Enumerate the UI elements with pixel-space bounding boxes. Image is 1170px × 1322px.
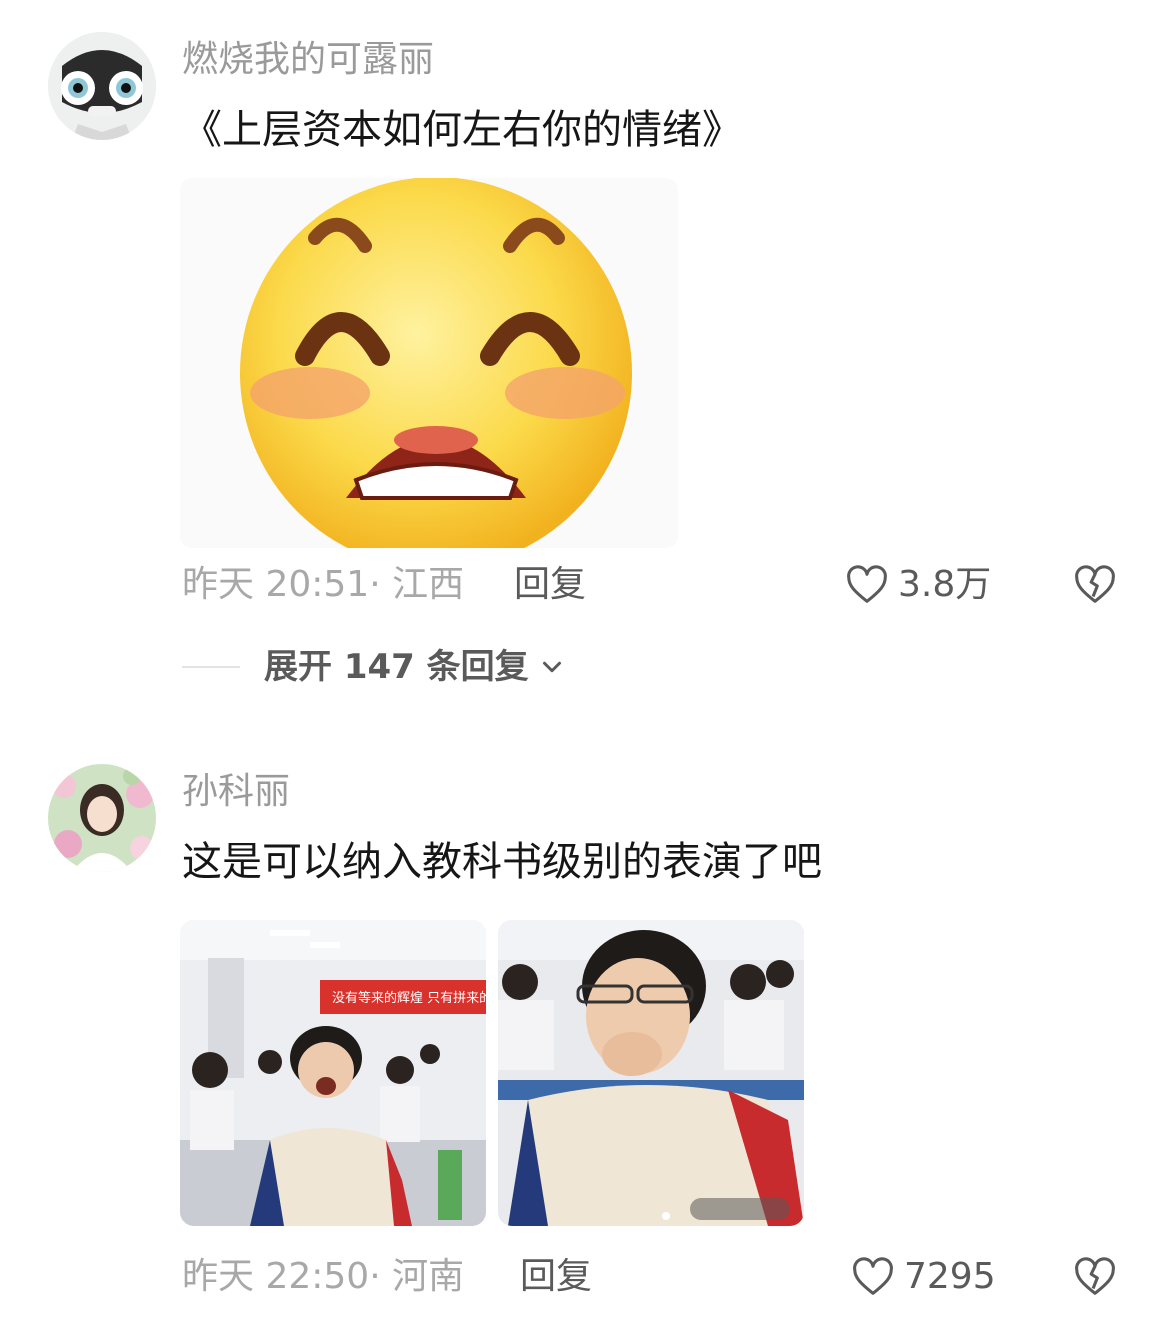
comment-text: 《上层资本如何左右你的情绪》 [182, 107, 742, 153]
comment-media-1[interactable]: 没有等来的辉煌 只有拼来的精 [180, 920, 486, 1226]
expand-replies-label: 展开 147 条回复 [264, 647, 529, 687]
classroom-photo-2 [498, 920, 804, 1226]
comment-meta: 昨天 22:50· 河南 回复 7295 [182, 1252, 1122, 1302]
like-button[interactable]: 7295 [850, 1252, 996, 1302]
broken-heart-icon [1075, 1257, 1115, 1295]
banner-text: 没有等来的辉煌 只有拼来的精 [332, 990, 486, 1006]
avatar-photo [48, 764, 156, 872]
comment-media-2[interactable] [498, 920, 804, 1226]
timestamp-location: 昨天 20:51· 江西 [182, 564, 465, 605]
like-button[interactable]: 3.8万 [844, 560, 991, 610]
reply-button[interactable]: 回复 [520, 1252, 592, 1302]
like-count: 7295 [904, 1256, 996, 1297]
user-avatar[interactable] [48, 764, 156, 872]
chevron-down-icon [542, 661, 561, 673]
username[interactable]: 孙科丽 [182, 774, 290, 810]
broken-heart-icon [1075, 565, 1115, 603]
emoji-sticker [240, 178, 632, 548]
timestamp-location: 昨天 22:50· 河南 [182, 1256, 465, 1297]
classroom-photo-1: 没有等来的辉煌 只有拼来的精 [180, 920, 486, 1226]
comment-sticker-image[interactable] [180, 178, 678, 548]
expand-replies-button[interactable]: 展开 147 条回复 [182, 642, 567, 692]
comment-meta: 昨天 20:51· 江西 回复 3.8万 [182, 560, 1122, 610]
username[interactable]: 燃烧我的可露丽 [182, 42, 434, 78]
dislike-button[interactable] [1072, 1254, 1118, 1300]
like-count: 3.8万 [898, 564, 992, 605]
user-avatar[interactable] [48, 32, 156, 140]
comment-2: 孙科丽 这是可以纳入教科书级别的表演了吧 没有等来的辉煌 只有拼来的精 [0, 720, 1170, 1322]
comment-text: 这是可以纳入教科书级别的表演了吧 [182, 839, 822, 885]
divider [182, 666, 240, 668]
heart-outline-icon [853, 1257, 893, 1295]
heart-outline-icon [847, 565, 887, 603]
avatar-cartoon-image [48, 32, 156, 140]
reply-button[interactable]: 回复 [514, 560, 586, 610]
comment-1: 燃烧我的可露丽 《上层资本如何左右你的情绪》 昨天 20:51· 江西 回复 3… [0, 0, 1170, 720]
dislike-button[interactable] [1072, 562, 1118, 608]
